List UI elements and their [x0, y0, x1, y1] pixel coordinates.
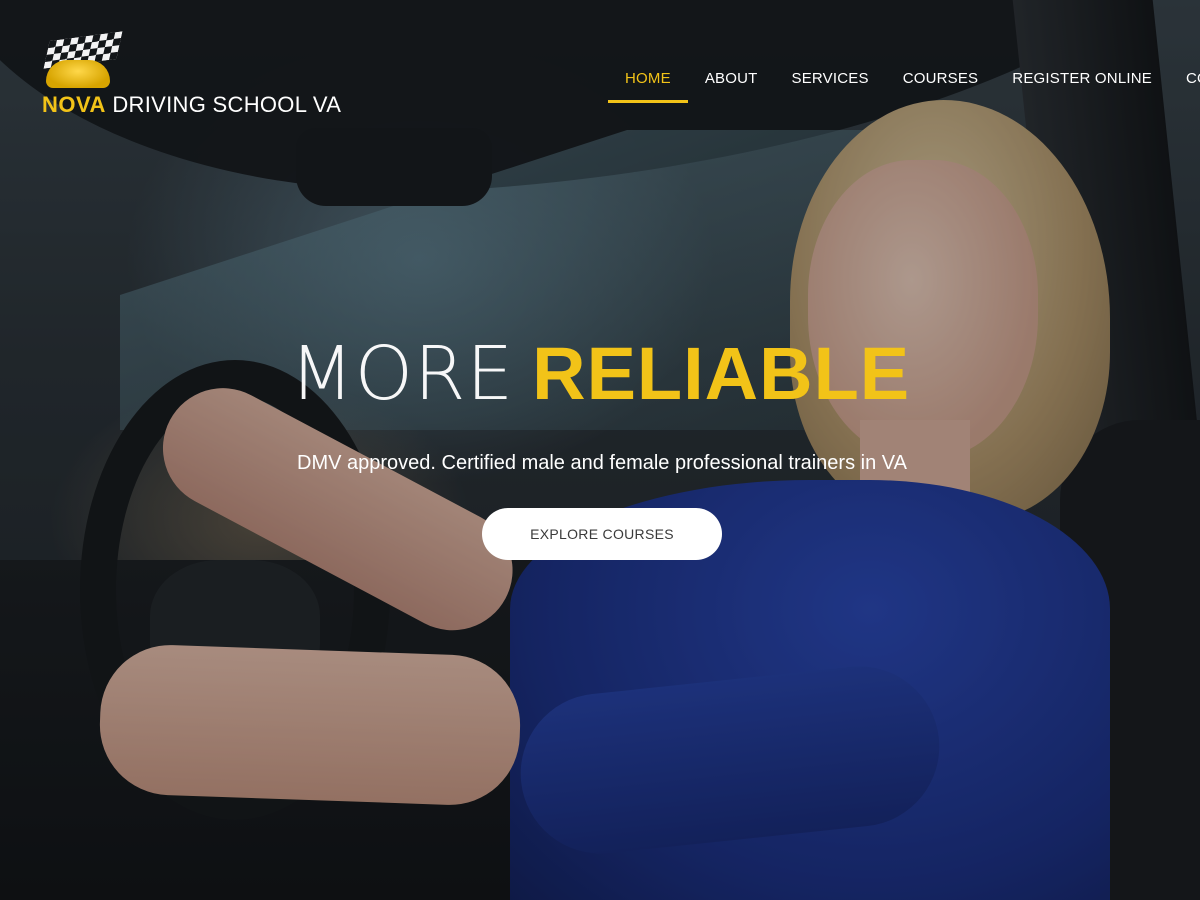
- hero-title-bold: RELIABLE: [532, 332, 911, 415]
- brand-name-rest: DRIVING SCHOOL VA: [112, 92, 342, 117]
- hero-title-light: MORE: [289, 331, 515, 417]
- explore-courses-button[interactable]: EXPLORE COURSES: [482, 508, 722, 560]
- checkered-flag-car-icon: [38, 31, 128, 94]
- hero-subtitle: DMV approved. Certified male and female …: [297, 452, 907, 474]
- nav-item-services[interactable]: SERVICES: [775, 58, 886, 103]
- brand-name-accent: NOVA: [42, 92, 106, 117]
- hero-background-photo: [0, 0, 1200, 900]
- nav-item-courses[interactable]: COURSES: [886, 58, 996, 103]
- site-logo[interactable]: [38, 31, 128, 94]
- car-icon: [46, 60, 110, 88]
- hero-title: MORE RELIABLE: [0, 330, 1200, 418]
- nav-item-home[interactable]: HOME: [608, 58, 688, 103]
- hero-overlay: [0, 0, 1200, 900]
- main-nav: HOME ABOUT SERVICES COURSES REGISTER ONL…: [608, 58, 1200, 103]
- brand-name[interactable]: NOVA DRIVING SCHOOL VA: [42, 92, 341, 118]
- nav-item-about[interactable]: ABOUT: [688, 58, 775, 103]
- nav-item-register-online[interactable]: REGISTER ONLINE: [995, 58, 1169, 103]
- nav-item-contact[interactable]: CO: [1169, 58, 1200, 103]
